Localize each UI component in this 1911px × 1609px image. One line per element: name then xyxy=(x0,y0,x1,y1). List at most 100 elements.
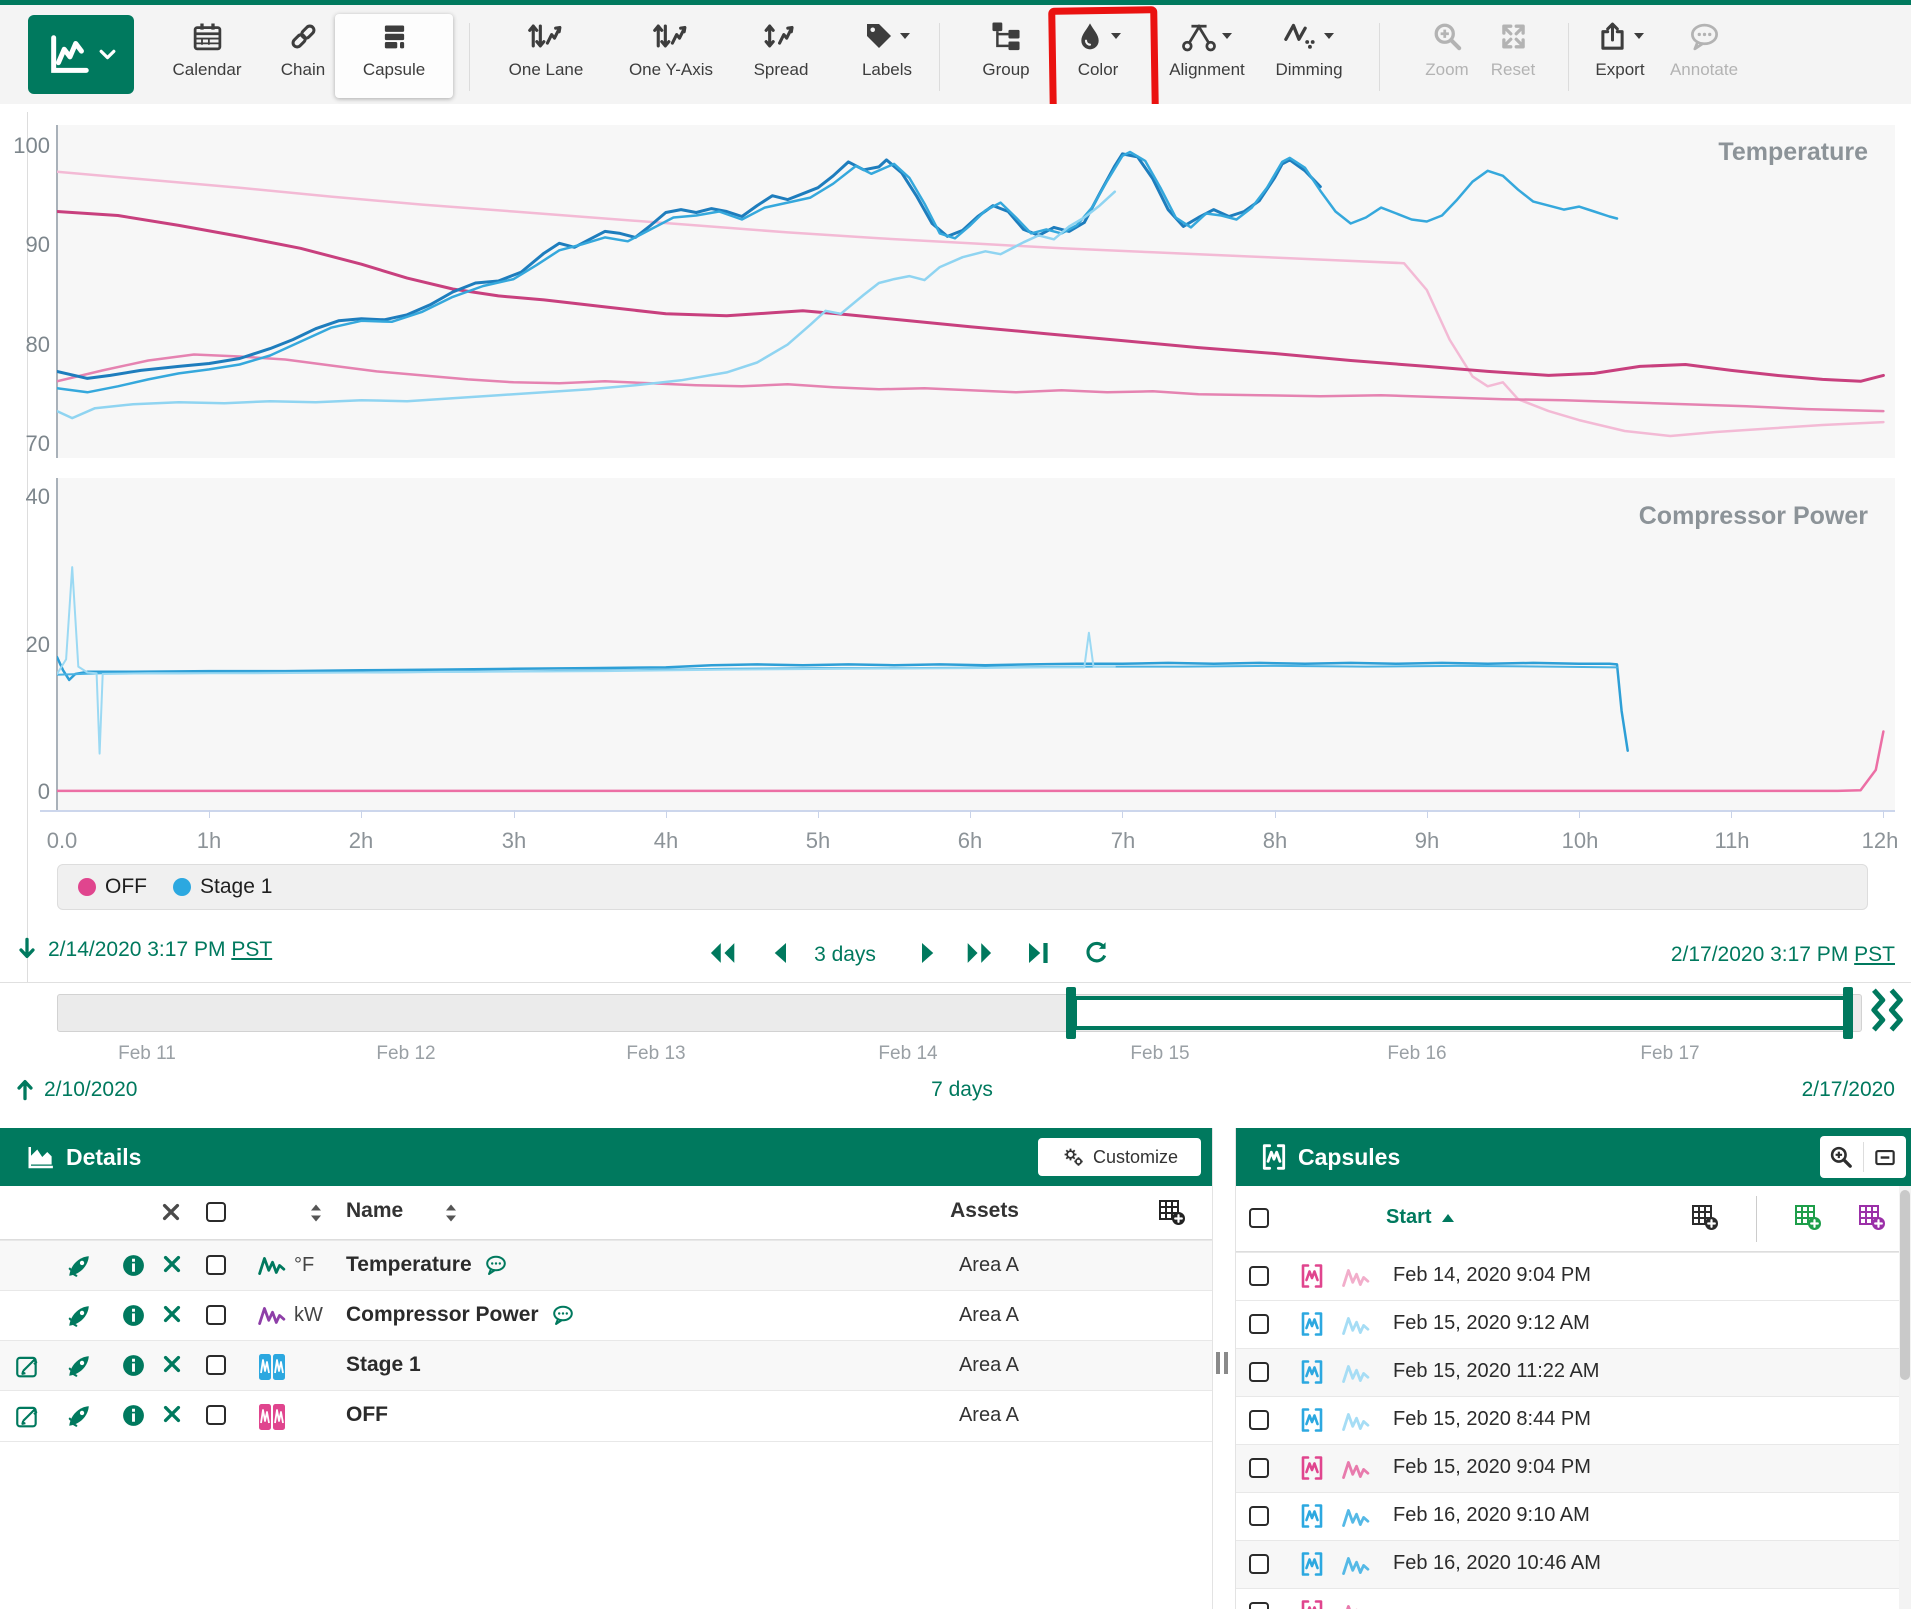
capsule-bracket-icon xyxy=(1299,1551,1325,1577)
add-column-icon[interactable] xyxy=(1158,1198,1186,1226)
step-forward-half-icon[interactable] xyxy=(912,938,942,968)
details-row-off[interactable]: OFF Area A xyxy=(0,1390,1212,1442)
row-checkbox[interactable] xyxy=(206,1355,226,1375)
timebar-right-handle[interactable] xyxy=(1843,987,1853,1039)
row-checkbox[interactable] xyxy=(1249,1266,1269,1286)
assets-column-header[interactable]: Assets xyxy=(950,1199,1019,1223)
dimming-button[interactable]: Dimming xyxy=(1250,14,1368,98)
step-to-end-icon[interactable] xyxy=(1024,938,1054,968)
display-range-end[interactable]: 2/17/2020 3:17 PM PST xyxy=(1671,943,1895,966)
row-checkbox[interactable] xyxy=(1249,1458,1269,1478)
remove-all-icon[interactable] xyxy=(160,1201,182,1223)
annotation-bubble-icon[interactable] xyxy=(551,1303,575,1327)
reset-button[interactable]: Reset xyxy=(1454,14,1572,98)
annotate-bubble-icon xyxy=(1688,14,1721,58)
sort-icon[interactable] xyxy=(308,1201,324,1225)
worksheet-view-selector-button[interactable] xyxy=(28,15,134,94)
remove-icon[interactable] xyxy=(161,1253,183,1275)
timebar-date: Feb 16 xyxy=(1387,1043,1446,1065)
select-all-checkbox[interactable] xyxy=(206,1202,226,1222)
capsule-row[interactable]: Feb 15, 2020 11:22 AM xyxy=(1236,1348,1911,1397)
scrollbar-thumb[interactable] xyxy=(1900,1190,1910,1380)
remove-icon[interactable] xyxy=(161,1353,183,1375)
details-row-stage1[interactable]: Stage 1 Area A xyxy=(0,1340,1212,1391)
step-forward-full-icon[interactable] xyxy=(964,938,996,968)
timebar-left-handle[interactable] xyxy=(1066,987,1076,1039)
spread-button[interactable]: Spread xyxy=(722,14,840,98)
capsule-row[interactable]: Feb 15, 2020 9:12 AM xyxy=(1236,1300,1911,1349)
x-tick: 10h xyxy=(1562,828,1599,854)
add-stat-column-purple-icon[interactable] xyxy=(1858,1203,1886,1231)
sort-icon[interactable] xyxy=(443,1201,459,1225)
capsules-panel: Capsules Start Feb 14, 2020 9:04 PM Feb … xyxy=(1235,1128,1911,1609)
row-checkbox[interactable] xyxy=(1249,1602,1269,1609)
capsules-scrollbar[interactable] xyxy=(1899,1186,1911,1609)
details-row-temperature[interactable]: °F Temperature Area A xyxy=(0,1240,1212,1291)
capsule-timebar-icon[interactable] xyxy=(1866,988,1906,1032)
capsule-time-button[interactable]: Capsule xyxy=(335,14,453,98)
capsule-row[interactable]: Feb 15, 2020 9:04 PM xyxy=(1236,1444,1911,1493)
row-checkbox[interactable] xyxy=(1249,1554,1269,1574)
info-icon[interactable] xyxy=(121,1303,146,1328)
legend-item-stage1[interactable]: Stage 1 xyxy=(173,875,272,899)
series-power-off xyxy=(57,732,1883,791)
add-stat-column-green-icon[interactable] xyxy=(1794,1203,1822,1231)
start-column-header[interactable]: Start xyxy=(1386,1206,1456,1229)
row-checkbox[interactable] xyxy=(206,1305,226,1325)
labels-button[interactable]: Labels xyxy=(828,14,946,98)
capsule-row[interactable] xyxy=(1236,1588,1911,1609)
capsules-zoom-button[interactable] xyxy=(1820,1136,1863,1178)
row-checkbox[interactable] xyxy=(1249,1362,1269,1382)
rocket-icon[interactable] xyxy=(66,1403,92,1429)
remove-icon[interactable] xyxy=(161,1403,183,1425)
rocket-icon[interactable] xyxy=(66,1253,92,1279)
edit-icon[interactable] xyxy=(14,1353,40,1379)
one-y-axis-button[interactable]: One Y-Axis xyxy=(612,14,730,98)
unit-label: °F xyxy=(294,1254,314,1277)
row-checkbox[interactable] xyxy=(206,1405,226,1425)
x-tick: 1h xyxy=(197,828,221,854)
step-back-half-icon[interactable] xyxy=(766,938,796,968)
rocket-icon[interactable] xyxy=(66,1303,92,1329)
rocket-icon[interactable] xyxy=(66,1353,92,1379)
capsule-row[interactable]: Feb 16, 2020 10:46 AM xyxy=(1236,1540,1911,1589)
color-button[interactable]: Color xyxy=(1039,14,1157,98)
timebar-selected-region[interactable] xyxy=(1073,996,1849,1030)
capsule-start-time: Feb 15, 2020 11:22 AM xyxy=(1393,1360,1599,1383)
refresh-icon[interactable] xyxy=(1082,938,1111,967)
investigate-range-end[interactable]: 2/17/2020 xyxy=(1802,1078,1895,1102)
timezone-link[interactable]: PST xyxy=(231,938,272,961)
row-checkbox[interactable] xyxy=(1249,1314,1269,1334)
name-column-header[interactable]: Name xyxy=(346,1199,403,1223)
display-duration[interactable]: 3 days xyxy=(800,943,890,967)
info-icon[interactable] xyxy=(121,1253,146,1278)
edit-icon[interactable] xyxy=(14,1403,40,1429)
row-checkbox[interactable] xyxy=(1249,1506,1269,1526)
step-back-full-icon[interactable] xyxy=(706,938,738,968)
add-column-icon[interactable] xyxy=(1691,1203,1719,1231)
capsule-row[interactable]: Feb 14, 2020 9:04 PM xyxy=(1236,1252,1911,1301)
alignment-button[interactable]: Alignment xyxy=(1148,14,1266,98)
panel-resize-handle[interactable] xyxy=(1216,1352,1228,1374)
display-range-start[interactable]: 2/14/2020 3:17 PM PST xyxy=(48,938,272,962)
select-all-checkbox[interactable] xyxy=(1249,1208,1269,1228)
annotation-bubble-icon[interactable] xyxy=(484,1253,508,1277)
signal-wave-icon xyxy=(1341,1553,1371,1579)
annotate-button[interactable]: Annotate xyxy=(1645,14,1763,98)
row-checkbox[interactable] xyxy=(1249,1410,1269,1430)
capsule-row[interactable]: Feb 15, 2020 8:44 PM xyxy=(1236,1396,1911,1445)
legend-item-off[interactable]: OFF xyxy=(78,875,147,899)
capsules-collapse-button[interactable] xyxy=(1864,1136,1907,1178)
info-icon[interactable] xyxy=(121,1353,146,1378)
capsule-row[interactable]: Feb 16, 2020 9:10 AM xyxy=(1236,1492,1911,1541)
y-tick: 20 xyxy=(4,632,50,658)
details-row-compressor-power[interactable]: kW Compressor Power Area A xyxy=(0,1290,1212,1341)
remove-icon[interactable] xyxy=(161,1303,183,1325)
one-lane-button[interactable]: One Lane xyxy=(487,14,605,98)
customize-button[interactable]: Customize xyxy=(1038,1138,1201,1176)
row-checkbox[interactable] xyxy=(206,1255,226,1275)
timezone-link[interactable]: PST xyxy=(1854,943,1895,966)
info-icon[interactable] xyxy=(121,1403,146,1428)
investigate-range-start[interactable]: 2/10/2020 xyxy=(44,1078,137,1102)
investigate-range-duration[interactable]: 7 days xyxy=(931,1078,993,1102)
